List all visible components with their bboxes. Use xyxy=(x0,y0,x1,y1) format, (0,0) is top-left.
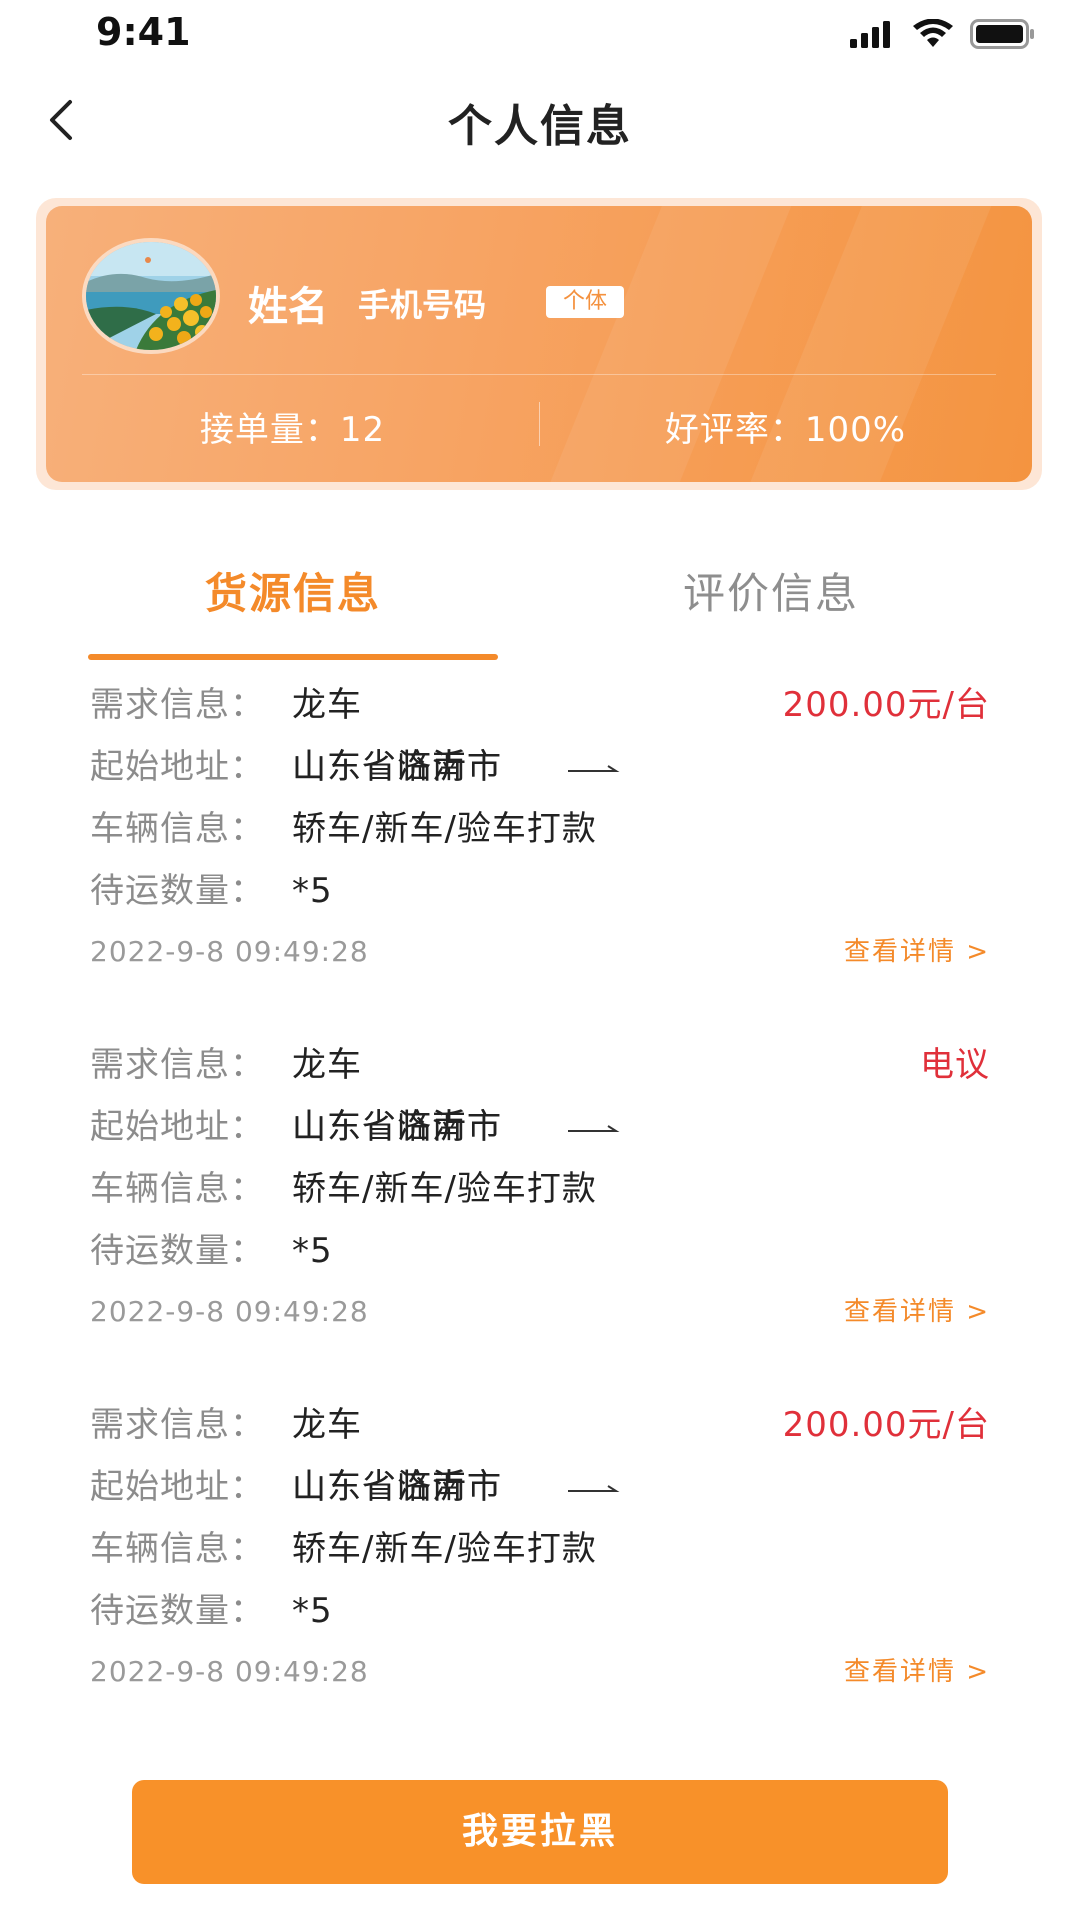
publish-date: 2022-9-8 09:49:28 xyxy=(90,935,369,968)
tab-active-indicator xyxy=(88,654,498,660)
list-item[interactable]: 需求信息： 龙车 200.00元/台 起始地址： 山东省济南市 山东省临沂市 车… xyxy=(90,1400,990,1760)
quantity-row: 待运数量： *5 xyxy=(90,1586,990,1636)
battery-icon xyxy=(970,19,1034,49)
rating-rate: 好评率：100% xyxy=(664,410,907,450)
status-bar: 9:41 xyxy=(0,0,1080,72)
list-item[interactable]: 需求信息： 龙车 200.00元/台 起始地址： 山东省济南市 山东省临沂市 车… xyxy=(90,680,990,1040)
profile-card: 姓名 手机号码 个体 接单量：12 好评率：100% xyxy=(46,206,1032,482)
view-details-link[interactable]: 查看详情 > xyxy=(844,932,990,972)
vehicle-label: 车辆信息： xyxy=(90,809,265,849)
destination-value: 山东省临沂市 xyxy=(292,747,502,787)
address-row: 起始地址： 山东省济南市 山东省临沂市 xyxy=(90,1102,990,1152)
nav-bar: 个人信息 xyxy=(0,72,1080,168)
demand-label: 需求信息： xyxy=(90,1045,265,1085)
view-details-link[interactable]: 查看详情 > xyxy=(844,1652,990,1692)
arrow-right-icon xyxy=(568,1485,620,1492)
price-value: 电议 xyxy=(920,1045,990,1085)
quantity-value: *5 xyxy=(292,1591,333,1631)
address-label: 起始地址： xyxy=(90,1467,265,1507)
address-label: 起始地址： xyxy=(90,1107,265,1147)
profile-card-shadow: 姓名 手机号码 个体 接单量：12 好评率：100% xyxy=(36,198,1042,490)
user-type-badge: 个体 xyxy=(546,286,624,318)
blacklist-button[interactable]: 我要拉黑 xyxy=(132,1780,948,1884)
quantity-label: 待运数量： xyxy=(90,1591,265,1631)
avatar-image xyxy=(86,242,216,350)
quantity-row: 待运数量： *5 xyxy=(90,1226,990,1276)
wifi-icon xyxy=(913,19,953,47)
vehicle-value: 轿车/新车/验车打款 xyxy=(292,1529,597,1569)
arrow-right-icon xyxy=(568,1125,620,1132)
arrow-right-icon xyxy=(568,765,620,772)
vehicle-row: 车辆信息： 轿车/新车/验车打款 xyxy=(90,804,990,854)
quantity-label: 待运数量： xyxy=(90,1231,265,1271)
user-name: 姓名 xyxy=(248,284,328,330)
price-value: 200.00元/台 xyxy=(782,685,990,725)
quantity-row: 待运数量： *5 xyxy=(90,866,990,916)
quantity-label: 待运数量： xyxy=(90,871,265,911)
demand-value: 龙车 xyxy=(292,1405,362,1445)
demand-label: 需求信息： xyxy=(90,685,265,725)
avatar[interactable] xyxy=(82,238,220,354)
cargo-list: 需求信息： 龙车 200.00元/台 起始地址： 山东省济南市 山东省临沂市 车… xyxy=(90,680,990,1760)
quantity-value: *5 xyxy=(292,1231,333,1271)
vehicle-row: 车辆信息： 轿车/新车/验车打款 xyxy=(90,1524,990,1574)
tab-cargo-info[interactable]: 货源信息 xyxy=(88,560,498,621)
demand-row: 需求信息： 龙车 200.00元/台 xyxy=(90,680,990,730)
view-details-link[interactable]: 查看详情 > xyxy=(844,1292,990,1332)
price-value: 200.00元/台 xyxy=(782,1405,990,1445)
list-item[interactable]: 需求信息： 龙车 电议 起始地址： 山东省济南市 山东省临沂市 车辆信息： 轿车… xyxy=(90,1040,990,1400)
status-icons xyxy=(848,18,1036,50)
publish-date: 2022-9-8 09:49:28 xyxy=(90,1295,369,1328)
demand-row: 需求信息： 龙车 200.00元/台 xyxy=(90,1400,990,1450)
quantity-value: *5 xyxy=(292,871,333,911)
page-title: 个人信息 xyxy=(448,101,632,152)
vehicle-label: 车辆信息： xyxy=(90,1169,265,1209)
signal-icon xyxy=(850,21,890,48)
address-label: 起始地址： xyxy=(90,747,265,787)
tab-bar: 货源信息 评价信息 xyxy=(88,560,992,664)
publish-date: 2022-9-8 09:49:28 xyxy=(90,1655,369,1688)
address-row: 起始地址： 山东省济南市 山东省临沂市 xyxy=(90,742,990,792)
user-phone: 手机号码 xyxy=(358,286,487,324)
status-time: 9:41 xyxy=(96,10,191,54)
vehicle-value: 轿车/新车/验车打款 xyxy=(292,1169,597,1209)
demand-label: 需求信息： xyxy=(90,1405,265,1445)
vehicle-label: 车辆信息： xyxy=(90,1529,265,1569)
tab-reviews[interactable]: 评价信息 xyxy=(566,560,976,621)
profile-page: 9:41 个人信息 姓名 手机号码 个体 接单量：12 好评率：100% 货源信… xyxy=(0,0,1080,1920)
vehicle-row: 车辆信息： 轿车/新车/验车打款 xyxy=(90,1164,990,1214)
vehicle-value: 轿车/新车/验车打款 xyxy=(292,809,597,849)
address-row: 起始地址： 山东省济南市 山东省临沂市 xyxy=(90,1462,990,1512)
demand-value: 龙车 xyxy=(292,1045,362,1085)
destination-value: 山东省临沂市 xyxy=(292,1107,502,1147)
demand-row: 需求信息： 龙车 电议 xyxy=(90,1040,990,1090)
orders-count: 接单量：12 xyxy=(199,410,386,450)
destination-value: 山东省临沂市 xyxy=(292,1467,502,1507)
card-divider xyxy=(82,374,996,375)
demand-value: 龙车 xyxy=(292,685,362,725)
